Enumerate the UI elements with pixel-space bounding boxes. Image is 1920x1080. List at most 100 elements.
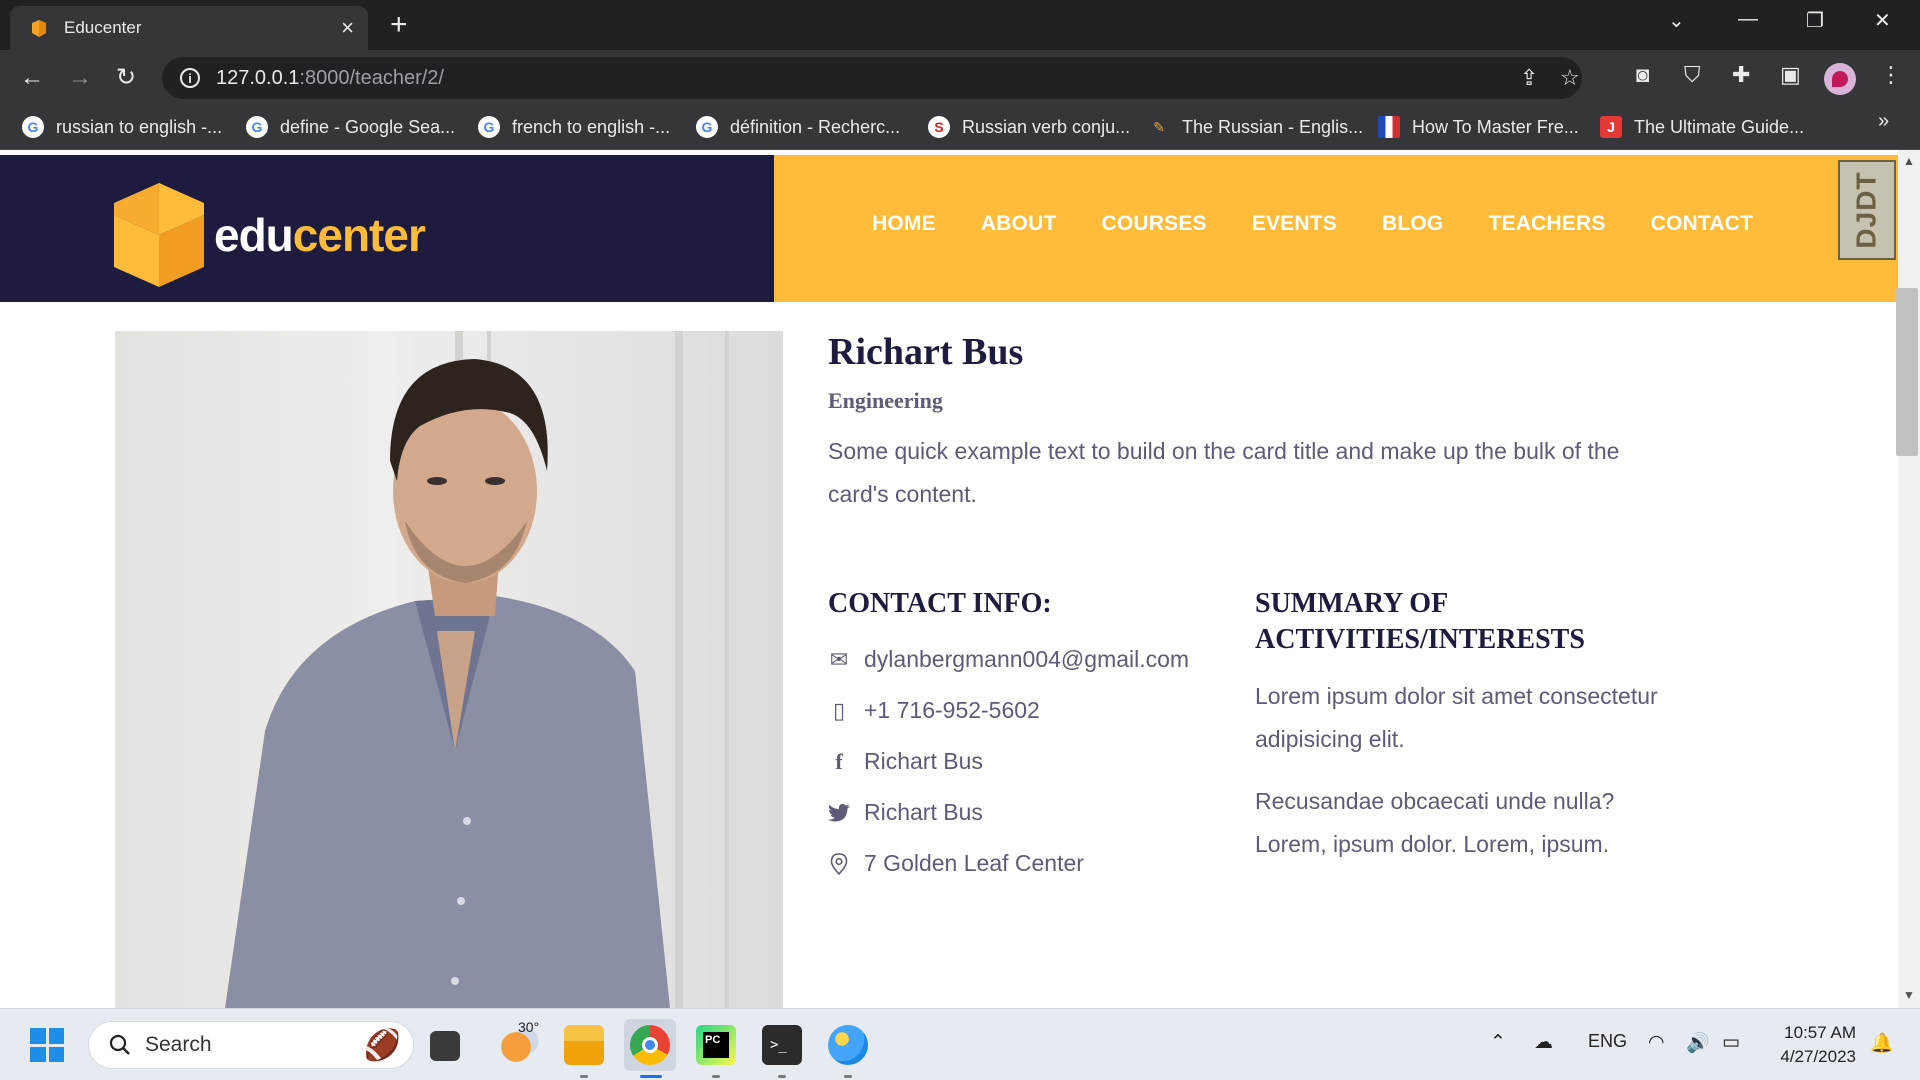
paint-icon[interactable]: [828, 1025, 868, 1065]
bookmark-label: russian to english -...: [56, 116, 223, 137]
mobile-phone-icon: ▯: [832, 697, 846, 723]
nav-blog[interactable]: BLOG: [1382, 212, 1443, 236]
location-pin-icon: [828, 852, 850, 876]
more-bookmarks-icon[interactable]: »: [1878, 110, 1889, 133]
summary-heading-line2: ACTIVITIES/INTERESTS: [1255, 624, 1585, 655]
share-icon[interactable]: ⇪: [1520, 65, 1538, 91]
google-icon: G: [22, 116, 44, 138]
facebook-icon: f: [835, 748, 843, 774]
educenter-favicon-icon: [32, 20, 46, 37]
google-icon: G: [478, 116, 500, 138]
language-indicator[interactable]: ENG: [1588, 1031, 1627, 1052]
site-logo[interactable]: educenter: [114, 183, 426, 287]
site-header-brand: educenter: [0, 155, 774, 302]
weather-temperature: 30°: [518, 1019, 540, 1035]
nav-courses[interactable]: COURSES: [1101, 212, 1206, 236]
search-highlight-football-icon: 🏈: [363, 1029, 401, 1062]
extensions-puzzle-icon[interactable]: ✚: [1732, 62, 1750, 88]
bookmark-item[interactable]: G russian to english -...: [22, 116, 222, 138]
shield-extension-icon[interactable]: ⛉: [1684, 62, 1701, 88]
bookmark-label: définition - Recherc...: [730, 116, 901, 137]
contact-address[interactable]: 7 Golden Leaf Center: [828, 850, 1084, 877]
bookmark-item[interactable]: J The Ultimate Guide...: [1600, 116, 1804, 138]
twitter-bird-icon: [828, 801, 850, 825]
contact-email[interactable]: ✉ dylanbergmann004@gmail.com: [828, 646, 1189, 673]
clock-date: 4/27/2023: [1780, 1047, 1856, 1066]
bookmark-item[interactable]: G define - Google Sea...: [246, 116, 455, 138]
nav-about[interactable]: ABOUT: [981, 212, 1057, 236]
scrollbar-thumb[interactable]: [1896, 288, 1918, 456]
bookmark-item[interactable]: S Russian verb conju...: [928, 116, 1130, 138]
taskbar-search-box[interactable]: Search 🏈: [88, 1021, 414, 1069]
window-close-icon[interactable]: ✕: [1874, 8, 1891, 33]
envelope-icon: ✉: [829, 646, 849, 672]
site-info-icon[interactable]: i: [180, 68, 200, 88]
teacher-description: Some quick example text to build on the …: [828, 438, 1620, 507]
notifications-bell-icon[interactable]: 🔔: [1870, 1031, 1894, 1055]
page-viewport: educenter HOME ABOUT COURSES EVENTS BLOG…: [0, 150, 1920, 1008]
summary-heading-line1: SUMMARY OF: [1255, 588, 1449, 619]
teacher-photo: [115, 331, 783, 1008]
url-host: 127.0.0.1: [216, 66, 300, 89]
page-scrollbar[interactable]: [1898, 150, 1920, 1008]
file-explorer-icon[interactable]: [564, 1025, 604, 1065]
bookmark-star-icon[interactable]: ☆: [1560, 65, 1580, 91]
djdt-label: DJDT: [1851, 171, 1882, 249]
contact-twitter[interactable]: Richart Bus: [828, 799, 983, 826]
minimize-icon[interactable]: —: [1738, 8, 1758, 31]
bookmarks-bar: G russian to english -... G define - Goo…: [0, 106, 1920, 150]
conjugation-site-icon: S: [928, 116, 950, 138]
nav-events[interactable]: EVENTS: [1252, 212, 1337, 236]
bookmark-label: The Russian - Englis...: [1182, 116, 1364, 137]
task-view-icon[interactable]: [430, 1031, 460, 1061]
profile-avatar[interactable]: [1824, 63, 1856, 95]
onedrive-cloud-icon[interactable]: ☁: [1534, 1031, 1553, 1054]
nav-contact[interactable]: CONTACT: [1651, 212, 1754, 236]
back-icon[interactable]: ←: [20, 64, 44, 92]
django-debug-toolbar-handle[interactable]: DJDT: [1838, 160, 1896, 260]
new-tab-icon[interactable]: +: [390, 10, 408, 40]
summary-heading: SUMMARY OF ACTIVITIES/INTERESTS: [1255, 586, 1585, 658]
bookmark-label: How To Master Fre...: [1412, 116, 1579, 137]
reload-icon[interactable]: ↻: [116, 64, 136, 92]
battery-icon[interactable]: ▭: [1722, 1031, 1740, 1054]
scroll-down-arrow-icon[interactable]: ▼: [1903, 988, 1915, 1002]
restore-icon[interactable]: ❐: [1806, 8, 1824, 33]
clock-time: 10:57 AM: [1784, 1023, 1856, 1042]
wifi-icon[interactable]: ◠: [1648, 1031, 1665, 1054]
bookmark-label: french to english -...: [512, 116, 671, 137]
volume-icon[interactable]: 🔊: [1686, 1031, 1710, 1055]
nav-teachers[interactable]: TEACHERS: [1488, 212, 1605, 236]
bookmark-item[interactable]: G french to english -...: [478, 116, 670, 138]
scroll-up-arrow-icon[interactable]: ▲: [1903, 154, 1915, 168]
j-site-icon: J: [1600, 116, 1622, 138]
browser-tab[interactable]: Educenter ×: [10, 6, 368, 50]
logo-cube-icon: [114, 183, 204, 287]
contact-info-heading: CONTACT INFO:: [828, 588, 1052, 619]
close-tab-icon[interactable]: ×: [341, 17, 354, 39]
windows-taskbar: Search 🏈 30° PC >_ ⌃ ☁ ENG ◠ 🔊 ▭ 10:57 A…: [0, 1008, 1920, 1080]
contact-facebook[interactable]: f Richart Bus: [828, 748, 983, 775]
windows-start-icon[interactable]: [30, 1028, 64, 1062]
side-panel-icon[interactable]: ▣: [1780, 62, 1801, 88]
summary-paragraph-1: Lorem ipsum dolor sit amet consectetur a…: [1255, 683, 1658, 752]
bookmark-item[interactable]: G définition - Recherc...: [696, 116, 900, 138]
browser-menu-icon[interactable]: ⋮: [1880, 62, 1902, 88]
summary-paragraph-2: Recusandae obcaecati unde nulla? Lorem, …: [1255, 788, 1615, 857]
show-hidden-icons-chevron[interactable]: ⌃: [1490, 1031, 1506, 1054]
phone-value: +1 716-952-5602: [864, 697, 1040, 723]
teacher-department: Engineering: [828, 388, 943, 413]
google-icon: G: [696, 116, 718, 138]
tab-title: Educenter: [64, 18, 142, 37]
bookmark-label: The Ultimate Guide...: [1634, 116, 1805, 137]
forward-icon[interactable]: →: [68, 64, 92, 92]
address-bar[interactable]: i 127.0.0.1:8000/teacher/2/ ⇪ ☆: [162, 57, 1582, 99]
bookmark-item[interactable]: ✎ The Russian - Englis...: [1148, 116, 1363, 138]
taskbar-clock[interactable]: 10:57 AM 4/27/2023: [1766, 1021, 1856, 1069]
colorful-bird-icon: ✎: [1153, 118, 1165, 135]
contact-phone[interactable]: ▯ +1 716-952-5602: [828, 697, 1040, 724]
bookmark-item[interactable]: How To Master Fre...: [1378, 116, 1579, 138]
tab-search-chevron-icon[interactable]: ⌄: [1668, 8, 1685, 33]
camera-extension-icon[interactable]: ◙: [1636, 62, 1649, 88]
nav-home[interactable]: HOME: [872, 212, 936, 236]
